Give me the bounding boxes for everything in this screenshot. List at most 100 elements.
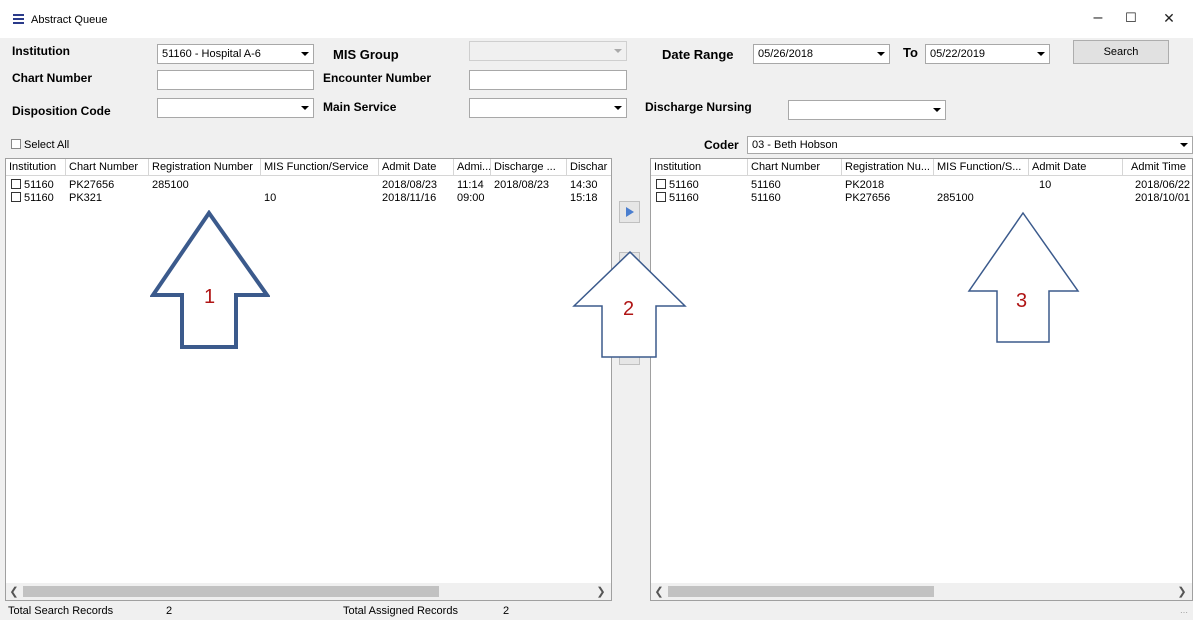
mis-function-cell: 10 (264, 192, 277, 204)
checkbox-icon[interactable] (656, 192, 666, 202)
institution-value: 51160 - Hospital A-6 (162, 48, 261, 60)
chart-number-cell: PK27656 (69, 179, 115, 191)
mis-function-cell: 285100 (937, 192, 974, 204)
admit-time-cell: 09:00 (457, 192, 485, 204)
hamburger-icon[interactable] (13, 14, 24, 24)
chevron-down-icon (614, 106, 622, 110)
horizontal-scrollbar[interactable]: ❮ ❯ (6, 583, 611, 600)
disposition-code-dropdown[interactable] (157, 98, 314, 118)
discharge-nursing-label: Discharge Nursing (645, 100, 752, 114)
scroll-right-icon[interactable]: ❯ (594, 584, 608, 599)
checkbox-icon[interactable] (656, 179, 666, 189)
date-to-value: 05/22/2019 (930, 48, 986, 60)
column-header[interactable]: Discharge ... (491, 159, 567, 176)
column-header[interactable]: Institution (6, 159, 66, 176)
column-header[interactable]: MIS Function/Service (261, 159, 379, 176)
checkbox-icon[interactable] (11, 179, 21, 189)
encounter-number-input[interactable] (469, 70, 627, 90)
discharge-nursing-dropdown[interactable] (788, 100, 946, 120)
close-button[interactable]: ✕ (1159, 8, 1179, 28)
title-bar: Abstract Queue – ☐ ✕ (0, 0, 1193, 38)
callout-number-1: 1 (204, 286, 216, 308)
scroll-left-icon[interactable]: ❮ (652, 584, 666, 599)
scroll-thumb[interactable] (668, 586, 934, 597)
column-header[interactable]: Institution (651, 159, 748, 176)
column-header[interactable]: Registration Nu... (842, 159, 934, 176)
search-button[interactable]: Search (1073, 40, 1169, 64)
institution-label: Institution (12, 44, 70, 58)
search-results-grid[interactable]: Institution Chart Number Registration Nu… (5, 158, 612, 601)
scroll-thumb[interactable] (23, 586, 439, 597)
table-row[interactable]: 51160 51160 PK27656 285100 2018/10/01 (651, 192, 1192, 205)
discharge-date-cell: 2018/08/23 (494, 179, 550, 191)
table-row[interactable]: 51160 PK27656 285100 2018/08/23 11:14 20… (6, 179, 611, 192)
assign-selected-button[interactable] (619, 201, 640, 223)
chart-number-cell: 51160 (751, 179, 781, 191)
date-from-value: 05/26/2018 (758, 48, 814, 60)
institution-cell: 51160 (8, 179, 54, 191)
callout-arrow-3 (967, 211, 1080, 343)
institution-dropdown[interactable]: 51160 - Hospital A-6 (157, 44, 314, 64)
window-title: Abstract Queue (31, 14, 108, 26)
chevron-down-icon (1037, 52, 1045, 56)
column-header[interactable]: Registration Number (149, 159, 261, 176)
column-header[interactable]: MIS Function/S... (934, 159, 1029, 176)
column-header[interactable]: Chart Number (748, 159, 842, 176)
encounter-number-label: Encounter Number (323, 71, 432, 85)
admit-date-cell: 2018/08/23 (382, 179, 438, 191)
chart-number-input[interactable] (157, 70, 314, 90)
minimize-button[interactable]: – (1088, 8, 1108, 28)
coder-label: Coder (704, 138, 739, 152)
chevron-down-icon (877, 52, 885, 56)
disposition-code-label: Disposition Code (12, 104, 111, 118)
select-all-label: Select All (24, 139, 70, 151)
institution-cell: 51160 (8, 192, 54, 204)
discharge-time-cell: 14:30 (570, 179, 598, 191)
column-header[interactable]: Admit Date (1029, 159, 1123, 176)
total-search-label: Total Search Records (8, 605, 114, 617)
column-header[interactable]: Dischar (567, 159, 611, 176)
horizontal-scrollbar[interactable]: ❮ ❯ (651, 583, 1192, 600)
callout-number-2: 2 (623, 298, 635, 320)
column-header[interactable]: Admit Time (1123, 159, 1192, 176)
registration-number-cell: 285100 (152, 179, 189, 191)
grid-header: Institution Chart Number Registration Nu… (651, 159, 1192, 176)
date-range-label: Date Range (662, 47, 734, 62)
chart-number-cell: 51160 (751, 192, 781, 204)
scroll-right-icon[interactable]: ❯ (1175, 584, 1189, 599)
chart-number-cell: PK321 (69, 192, 103, 204)
chevron-down-icon (933, 108, 941, 112)
table-row[interactable]: 51160 51160 PK2018 10 2018/06/22 (651, 179, 1192, 192)
select-all-checkbox[interactable]: Select All (11, 139, 69, 151)
chevron-down-icon (614, 49, 622, 53)
admit-time-cell: 2018/06/22 (1135, 179, 1191, 191)
callout-number-3: 3 (1016, 290, 1028, 312)
coder-dropdown[interactable]: 03 - Beth Hobson (747, 136, 1193, 154)
resize-grip-icon[interactable]: ⋯ (1180, 608, 1188, 617)
chevron-down-icon (301, 52, 309, 56)
total-search-value: 2 (166, 605, 173, 617)
grid-header: Institution Chart Number Registration Nu… (6, 159, 611, 176)
admit-time-cell: 2018/10/01 (1135, 192, 1191, 204)
to-label: To (903, 45, 918, 60)
admit-time-cell: 11:14 (457, 179, 484, 191)
main-service-label: Main Service (323, 100, 397, 114)
institution-cell: 51160 (653, 192, 699, 204)
maximize-button[interactable]: ☐ (1121, 8, 1141, 28)
column-header[interactable]: Admit Date (379, 159, 454, 176)
assigned-records-grid[interactable]: Institution Chart Number Registration Nu… (650, 158, 1193, 601)
chevron-down-icon (301, 106, 309, 110)
date-to-picker[interactable]: 05/22/2019 (925, 44, 1050, 64)
date-from-picker[interactable]: 05/26/2018 (753, 44, 890, 64)
column-header[interactable]: Admi... (454, 159, 491, 176)
mis-group-label: MIS Group (333, 47, 399, 62)
table-row[interactable]: 51160 PK321 10 2018/11/16 09:00 15:18 (6, 192, 611, 205)
column-header[interactable]: Chart Number (66, 159, 149, 176)
checkbox-icon (11, 139, 21, 149)
registration-number-cell: PK27656 (845, 192, 891, 204)
institution-cell: 51160 (653, 179, 699, 191)
mis-group-dropdown[interactable] (469, 41, 627, 61)
checkbox-icon[interactable] (11, 192, 21, 202)
scroll-left-icon[interactable]: ❮ (7, 584, 21, 599)
main-service-dropdown[interactable] (469, 98, 627, 118)
